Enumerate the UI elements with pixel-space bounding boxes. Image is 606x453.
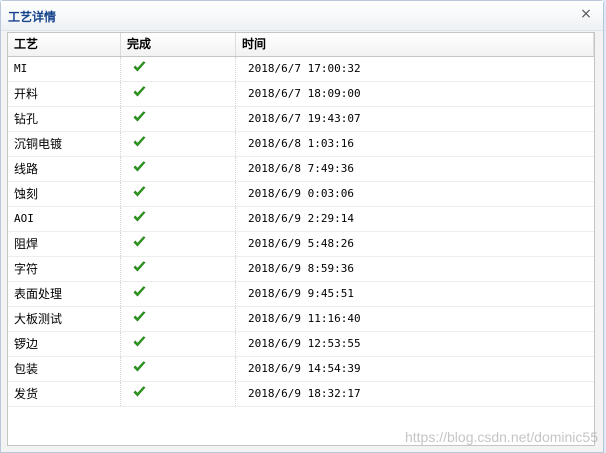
- checkmark-icon: [133, 61, 146, 72]
- checkmark-icon: [133, 161, 146, 172]
- process-name-cell: 蚀刻: [8, 182, 121, 206]
- process-name-cell: MI: [8, 57, 121, 81]
- close-icon[interactable]: ×: [579, 7, 593, 21]
- process-name-cell: 发货: [8, 382, 121, 406]
- process-name-cell: AOI: [8, 207, 121, 231]
- table-row[interactable]: 字符 2018/6/9 8:59:36: [8, 257, 594, 282]
- table-row[interactable]: 发货 2018/6/9 18:32:17: [8, 382, 594, 407]
- time-cell: 2018/6/9 5:48:26: [248, 237, 354, 250]
- done-cell: [121, 257, 236, 281]
- table-row[interactable]: AOI 2018/6/9 2:29:14: [8, 207, 594, 232]
- process-name-cell: 字符: [8, 257, 121, 281]
- checkmark-icon: [133, 336, 146, 347]
- done-cell: [121, 332, 236, 356]
- table-row[interactable]: 开料 2018/6/7 18:09:00: [8, 82, 594, 107]
- done-cell: [121, 182, 236, 206]
- process-name-cell: 开料: [8, 82, 121, 106]
- done-cell: [121, 82, 236, 106]
- table-row[interactable]: 包装 2018/6/9 14:54:39: [8, 357, 594, 382]
- table-row[interactable]: 蚀刻 2018/6/9 0:03:06: [8, 182, 594, 207]
- checkmark-icon: [133, 211, 146, 222]
- time-cell: 2018/6/9 12:53:55: [248, 337, 361, 350]
- checkmark-icon: [133, 136, 146, 147]
- process-name-cell: 沉铜电镀: [8, 132, 121, 156]
- process-name-cell: 阻焊: [8, 232, 121, 256]
- table-row[interactable]: 阻焊 2018/6/9 5:48:26: [8, 232, 594, 257]
- done-cell: [121, 157, 236, 181]
- column-header-time[interactable]: 时间: [236, 33, 594, 56]
- process-name-cell: 钻孔: [8, 107, 121, 131]
- table-row[interactable]: 钻孔 2018/6/7 19:43:07: [8, 107, 594, 132]
- time-cell: 2018/6/9 0:03:06: [248, 187, 354, 200]
- time-cell: 2018/6/9 11:16:40: [248, 312, 361, 325]
- grid-body: MI 2018/6/7 17:00:32 开料 2018/6/7 18:09:00 钻孔…: [8, 57, 594, 407]
- done-cell: [121, 107, 236, 131]
- checkmark-icon: [133, 361, 146, 372]
- checkmark-icon: [133, 311, 146, 322]
- checkmark-icon: [133, 386, 146, 397]
- done-cell: [121, 232, 236, 256]
- table-row[interactable]: 沉铜电镀 2018/6/8 1:03:16: [8, 132, 594, 157]
- time-cell: 2018/6/7 18:09:00: [248, 87, 361, 100]
- process-grid: 工艺 完成 时间 MI 2018/6/7 17:00:32 开料 2018/6/7 1…: [7, 32, 595, 446]
- column-header-process[interactable]: 工艺: [8, 33, 121, 56]
- checkmark-icon: [133, 261, 146, 272]
- table-row[interactable]: 大板测试 2018/6/9 11:16:40: [8, 307, 594, 332]
- done-cell: [121, 207, 236, 231]
- time-cell: 2018/6/7 19:43:07: [248, 112, 361, 125]
- checkmark-icon: [133, 86, 146, 97]
- dialog-titlebar[interactable]: 工艺详情 ×: [1, 1, 603, 31]
- time-cell: 2018/6/8 7:49:36: [248, 162, 354, 175]
- table-row[interactable]: 线路 2018/6/8 7:49:36: [8, 157, 594, 182]
- watermark: https://blog.csdn.net/dominic55: [404, 429, 598, 445]
- time-cell: 2018/6/9 2:29:14: [248, 212, 354, 225]
- checkmark-icon: [133, 236, 146, 247]
- grid-header: 工艺 完成 时间: [8, 33, 594, 57]
- time-cell: 2018/6/9 14:54:39: [248, 362, 361, 375]
- process-name-cell: 大板测试: [8, 307, 121, 331]
- dialog-title: 工艺详情: [8, 10, 57, 24]
- process-details-dialog: 工艺详情 × 工艺 完成 时间 MI 2018/6/7 17:00:32 开料 201…: [0, 0, 604, 453]
- time-cell: 2018/6/9 9:45:51: [248, 287, 354, 300]
- table-row[interactable]: 锣边 2018/6/9 12:53:55: [8, 332, 594, 357]
- checkmark-icon: [133, 286, 146, 297]
- process-name-cell: 包装: [8, 357, 121, 381]
- time-cell: 2018/6/8 1:03:16: [248, 137, 354, 150]
- table-row[interactable]: MI 2018/6/7 17:00:32: [8, 57, 594, 82]
- table-row[interactable]: 表面处理 2018/6/9 9:45:51: [8, 282, 594, 307]
- done-cell: [121, 382, 236, 406]
- process-name-cell: 锣边: [8, 332, 121, 356]
- time-cell: 2018/6/9 18:32:17: [248, 387, 361, 400]
- done-cell: [121, 57, 236, 81]
- done-cell: [121, 357, 236, 381]
- time-cell: 2018/6/9 8:59:36: [248, 262, 354, 275]
- process-name-cell: 线路: [8, 157, 121, 181]
- checkmark-icon: [133, 186, 146, 197]
- column-header-done[interactable]: 完成: [121, 33, 236, 56]
- done-cell: [121, 307, 236, 331]
- time-cell: 2018/6/7 17:00:32: [248, 62, 361, 75]
- checkmark-icon: [133, 111, 146, 122]
- done-cell: [121, 282, 236, 306]
- done-cell: [121, 132, 236, 156]
- process-name-cell: 表面处理: [8, 282, 121, 306]
